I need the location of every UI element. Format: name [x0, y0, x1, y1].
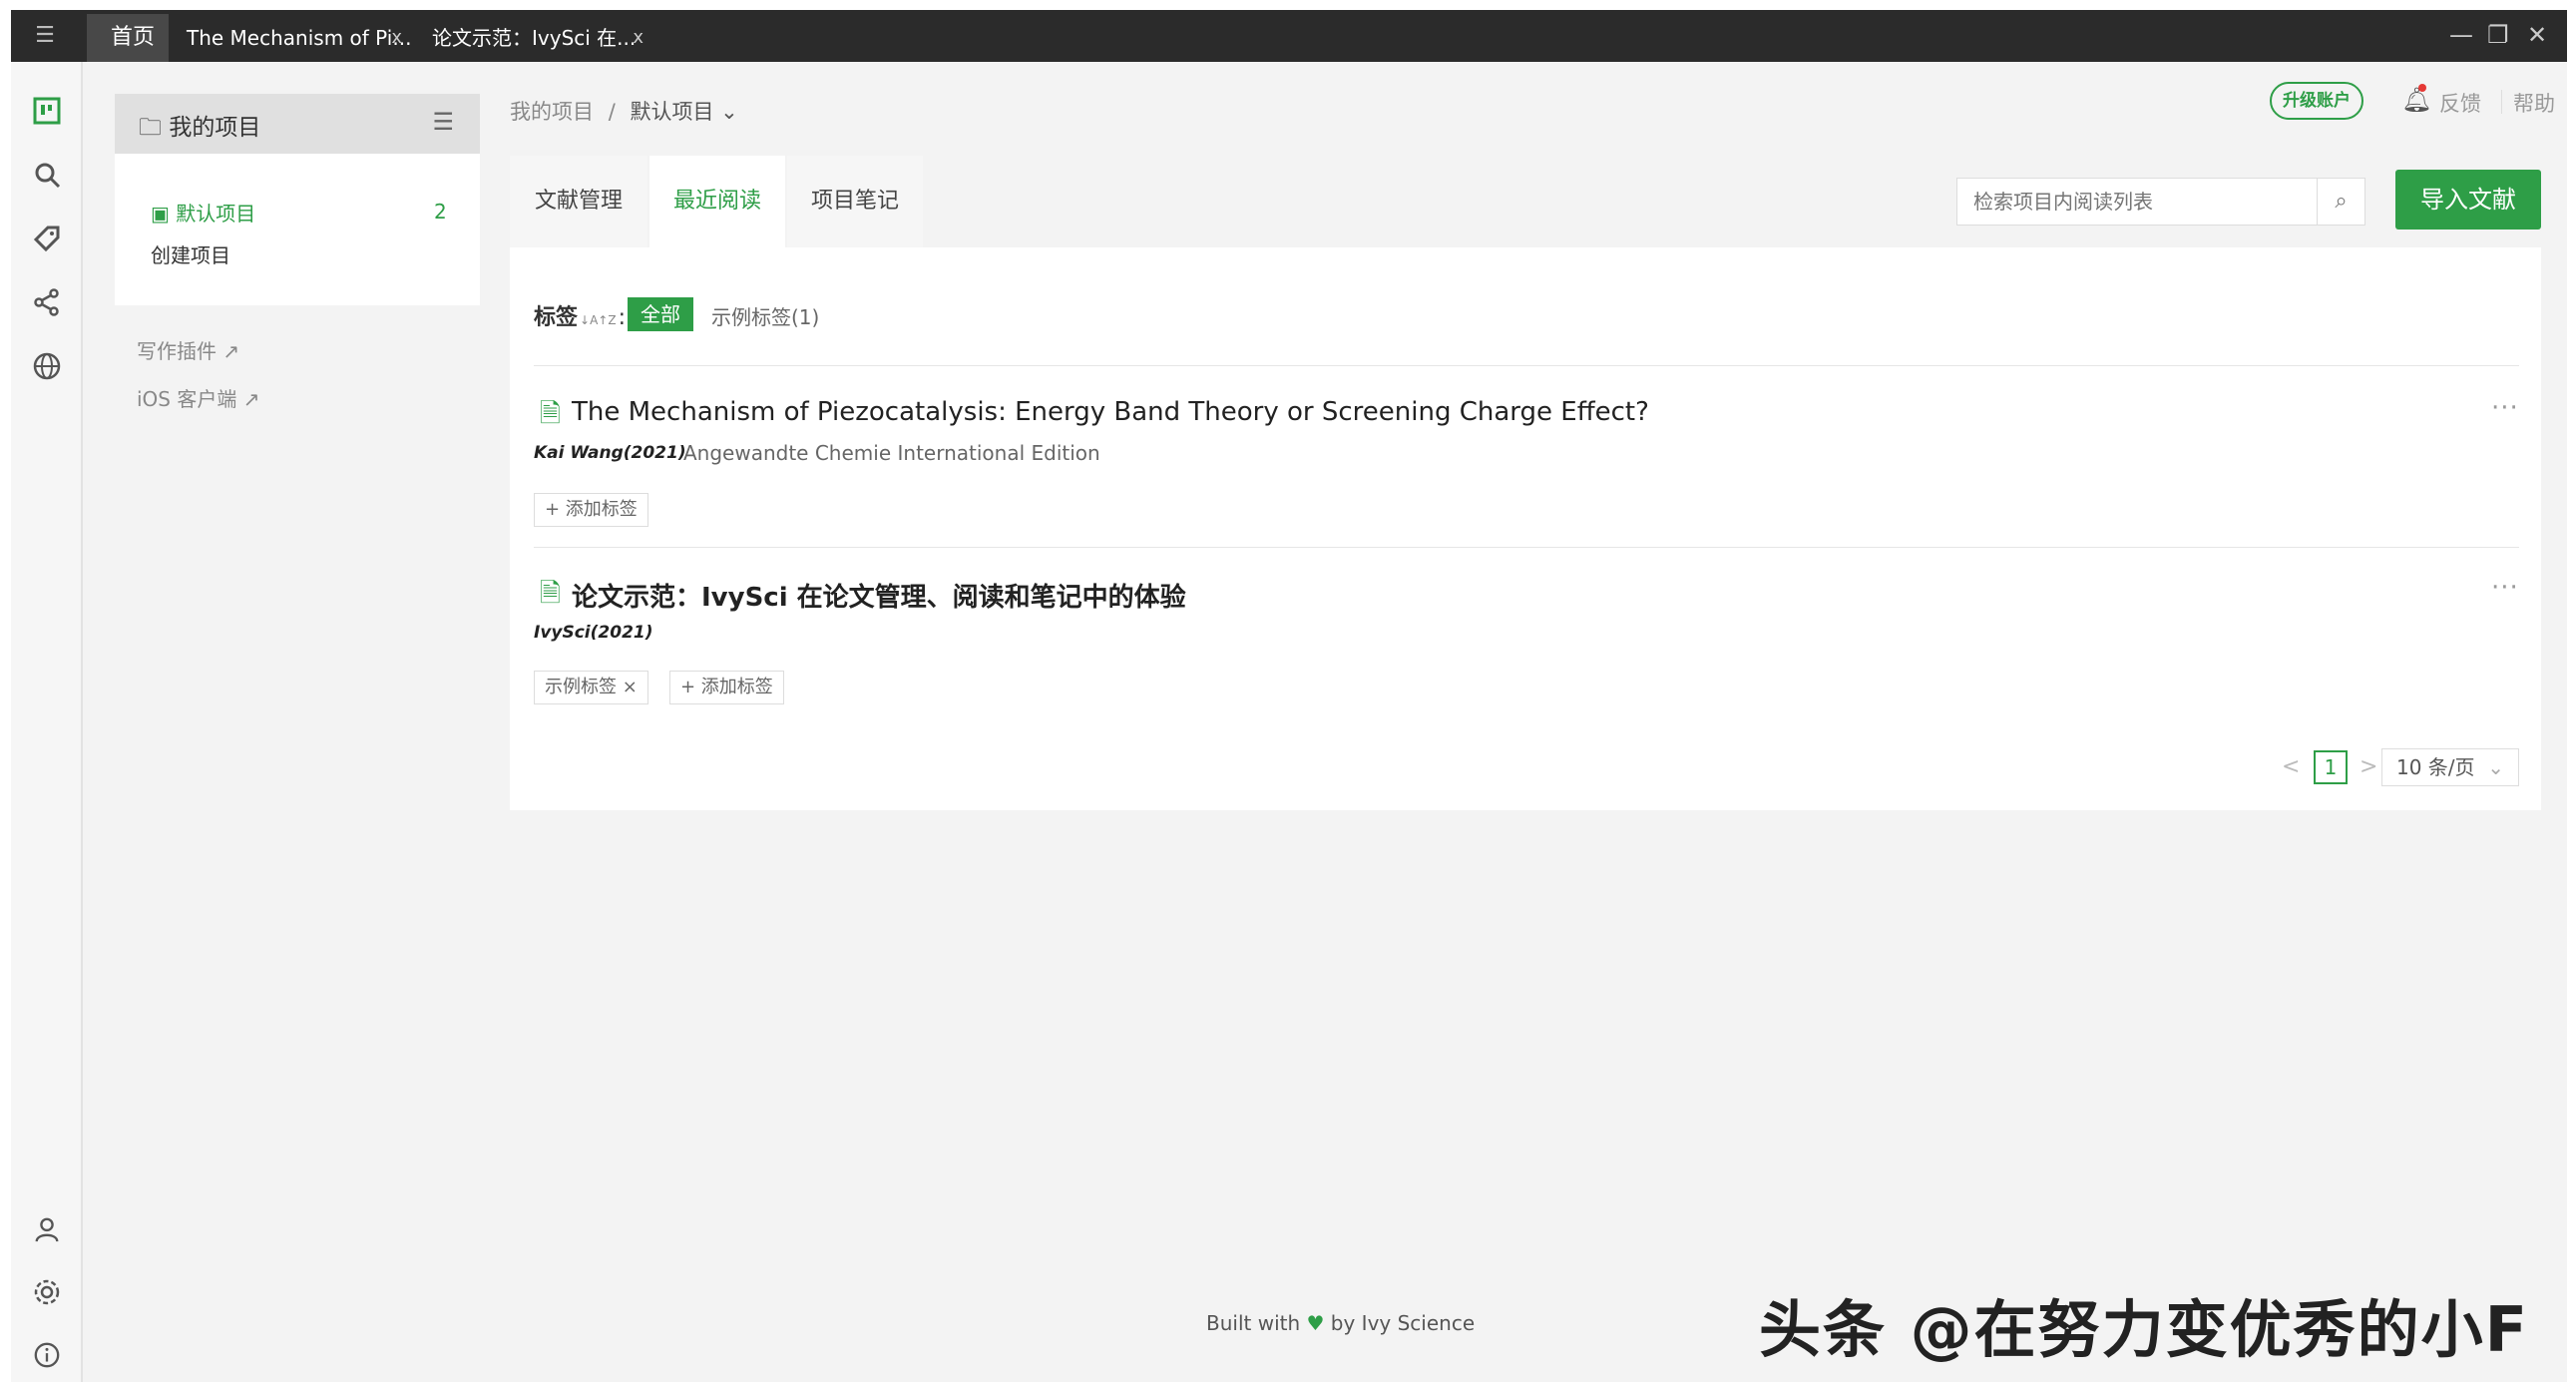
- reading-list-panel: 标签 ↓A↑Z: 全部 示例标签(1) 🗎 The Mechanism of Pi…: [510, 247, 2541, 810]
- globe-icon[interactable]: [29, 351, 65, 387]
- more-options-icon[interactable]: ···: [2491, 573, 2519, 603]
- search-input[interactable]: [1957, 179, 2317, 225]
- page-size-select[interactable]: 10 条/页 ⌄: [2381, 748, 2519, 786]
- import-literature-button[interactable]: 导入文献: [2395, 170, 2541, 230]
- projects-icon[interactable]: [29, 96, 65, 132]
- watermark: 头条 @在努力变优秀的小F: [1759, 1293, 2529, 1366]
- search-icon[interactable]: [29, 160, 65, 196]
- tab-recent-reading[interactable]: 最近阅读: [649, 156, 785, 247]
- tag-label-colon: :: [618, 305, 626, 330]
- sidebar-item-create-project[interactable]: 创建项目: [151, 239, 230, 268]
- tab-paper-demo[interactable]: 论文示范：IvySci 在... x: [414, 14, 655, 62]
- feedback-link[interactable]: 反馈: [2439, 88, 2481, 118]
- more-options-icon[interactable]: ···: [2491, 393, 2519, 423]
- bell-icon[interactable]: 🔔︎: [2401, 86, 2431, 114]
- tag-filter-label: 标签 ↓A↑Z:: [534, 299, 626, 331]
- writing-plugin-link[interactable]: 写作插件 ↗: [137, 335, 239, 364]
- divider: [534, 547, 2519, 548]
- info-icon[interactable]: [29, 1341, 65, 1377]
- sidebar-header: 🗀 我的项目 ☰: [115, 94, 480, 154]
- share-icon[interactable]: [29, 287, 65, 323]
- sidebar-item-label: 默认项目: [176, 202, 256, 226]
- icon-rail: [11, 62, 83, 1382]
- title-bar: ☰ 首页 The Mechanism of Pi... x 论文示范：IvySc…: [11, 10, 2567, 62]
- user-icon[interactable]: [29, 1215, 65, 1251]
- paper-author: Kai Wang(2021): [534, 443, 686, 463]
- tag-filter-all[interactable]: 全部: [628, 297, 693, 331]
- next-page-button[interactable]: >: [2360, 754, 2377, 779]
- sidebar-item-label: 创建项目: [151, 243, 230, 267]
- prev-page-button[interactable]: <: [2282, 754, 2300, 779]
- breadcrumb-separator: /: [608, 100, 616, 124]
- menu-list-icon[interactable]: ☰: [33, 24, 57, 48]
- sidebar-title-text: 我的项目: [169, 115, 261, 141]
- pdf-file-icon: 🗎: [540, 579, 561, 609]
- search-icon[interactable]: ⌕: [2317, 179, 2364, 225]
- breadcrumb-current[interactable]: 默认项目: [630, 100, 713, 124]
- chevron-down-icon[interactable]: ⌄: [720, 100, 738, 124]
- tab-home-label: 首页: [111, 25, 156, 50]
- sidebar-title: 🗀 我的项目: [139, 108, 260, 150]
- paper-author: IvySci(2021): [534, 623, 653, 643]
- divider: [2501, 90, 2502, 114]
- search-box: ⌕: [1956, 178, 2365, 226]
- paper-journal: Angewandte Chemie International Edition: [683, 441, 1100, 465]
- link-label: 写作插件: [137, 339, 216, 363]
- heart-icon: ♥: [1306, 1311, 1325, 1335]
- tag-icon[interactable]: [29, 224, 65, 259]
- add-tag-button[interactable]: + 添加标签: [534, 493, 648, 527]
- notification-dot: [2418, 84, 2426, 92]
- minimize-button[interactable]: —: [2449, 22, 2473, 48]
- footer: Built with ♥ by Ivy Science: [1206, 1311, 1475, 1335]
- tab-close-icon[interactable]: x: [391, 14, 402, 62]
- footer-by: by Ivy Science: [1330, 1311, 1476, 1335]
- tag-chip: 示例标签 ×: [534, 671, 648, 704]
- tab-literature-management[interactable]: 文献管理: [510, 156, 647, 247]
- upgrade-account-button[interactable]: 升级账户: [2270, 82, 2363, 120]
- settings-icon[interactable]: [29, 1277, 65, 1313]
- folder-icon: 🗀: [139, 115, 162, 141]
- sort-icon[interactable]: ↓A↑Z: [580, 313, 617, 327]
- page-1-button[interactable]: 1: [2314, 750, 2348, 784]
- paper-title[interactable]: 论文示范：IvySci 在论文管理、阅读和笔记中的体验: [572, 577, 1186, 614]
- sidebar-item-default-project[interactable]: ▣ 默认项目: [151, 198, 255, 227]
- restore-button[interactable]: ❐: [2487, 22, 2509, 48]
- link-label: iOS 客户端: [137, 387, 237, 411]
- paper-title[interactable]: The Mechanism of Piezocatalysis: Energy …: [572, 397, 1649, 427]
- external-link-icon: ↗: [242, 387, 260, 411]
- project-board-icon: ▣: [151, 202, 170, 226]
- breadcrumb-root[interactable]: 我的项目: [510, 100, 594, 124]
- add-tag-button[interactable]: + 添加标签: [669, 671, 784, 704]
- tab-home[interactable]: 首页: [87, 14, 169, 62]
- pdf-file-icon: 🗎: [540, 399, 561, 429]
- tab-label: 论文示范：IvySci 在...: [432, 26, 637, 50]
- collapse-menu-icon[interactable]: ☰: [432, 108, 454, 136]
- help-link[interactable]: 帮助: [2513, 88, 2555, 118]
- tab-label: The Mechanism of Pi...: [187, 26, 412, 50]
- tag-label-text: 标签: [534, 305, 579, 330]
- close-window-button[interactable]: ✕: [2527, 22, 2547, 48]
- external-link-icon: ↗: [222, 339, 240, 363]
- divider: [534, 365, 2519, 366]
- footer-built-with: Built with: [1206, 1311, 1301, 1335]
- project-sidebar: 🗀 我的项目 ☰ ▣ 默认项目 2 创建项目: [115, 94, 480, 305]
- page-size-value: 10 条/页: [2396, 755, 2475, 779]
- tag-filter-example[interactable]: 示例标签(1): [711, 301, 819, 330]
- remove-tag-icon[interactable]: ×: [623, 677, 638, 697]
- breadcrumb: 我的项目 / 默认项目 ⌄: [510, 96, 738, 126]
- project-count: 2: [434, 200, 447, 224]
- app-window: ☰ 首页 The Mechanism of Pi... x 论文示范：IvySc…: [11, 10, 2567, 1382]
- tab-project-notes[interactable]: 项目笔记: [787, 156, 923, 247]
- tab-close-icon[interactable]: x: [633, 14, 644, 62]
- ios-client-link[interactable]: iOS 客户端 ↗: [137, 383, 259, 412]
- chevron-down-icon: ⌄: [2487, 755, 2504, 779]
- tab-paper-mechanism[interactable]: The Mechanism of Pi... x: [169, 14, 414, 62]
- tag-chip-label: 示例标签: [545, 677, 617, 697]
